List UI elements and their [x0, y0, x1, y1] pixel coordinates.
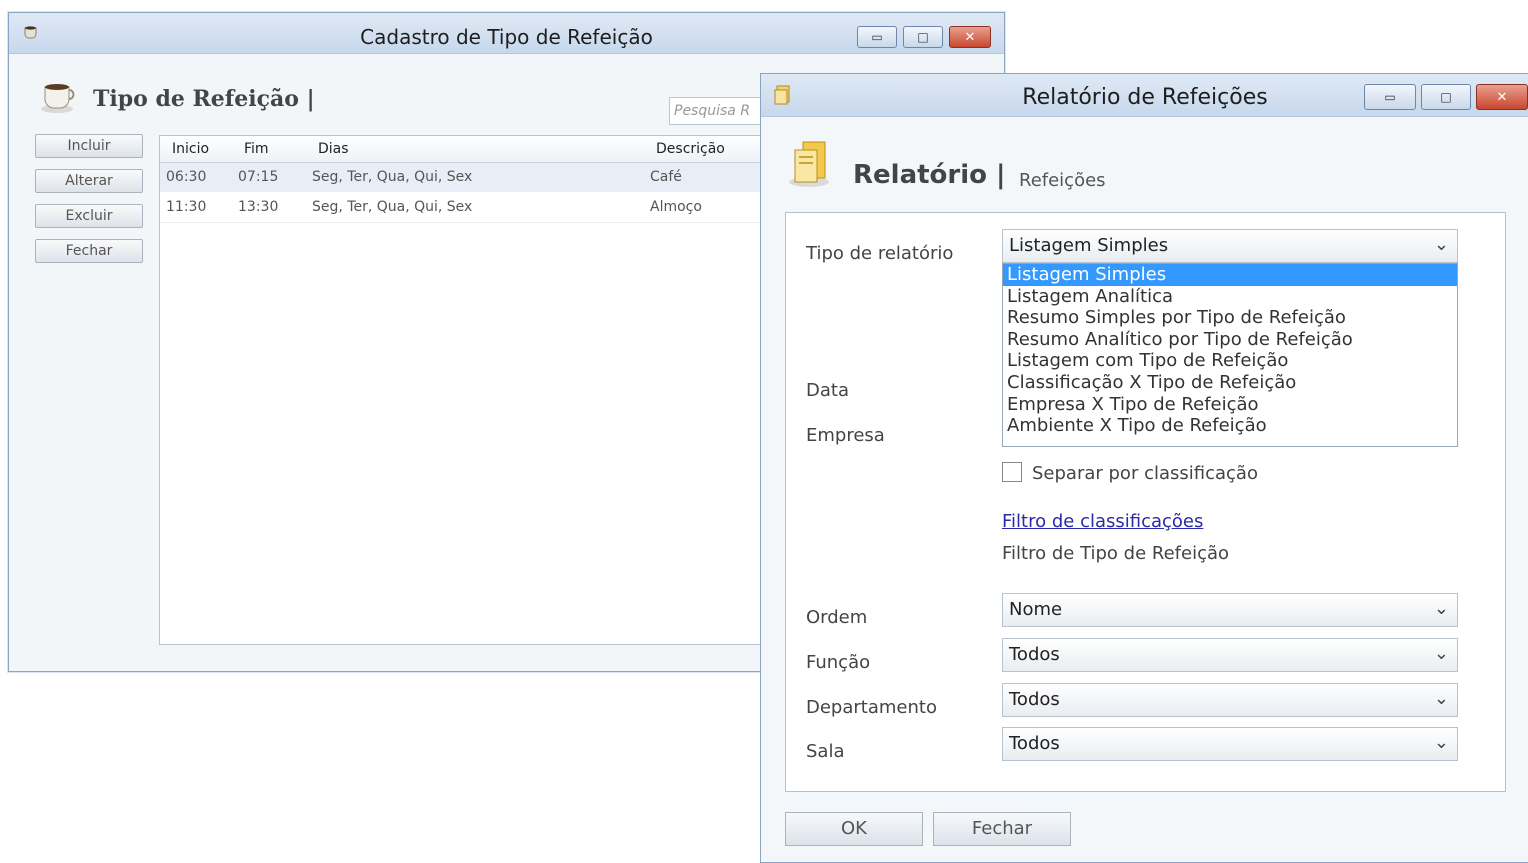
tipo-label: Tipo de relatório — [806, 243, 954, 264]
column-header-inicio[interactable]: Inicio — [172, 141, 209, 157]
cadastro-header: Tipo de Refeição | — [39, 79, 315, 119]
separar-classificacao-label: Separar por classificação — [1032, 463, 1258, 484]
departamento-value: Todos — [1009, 689, 1060, 710]
cell-descricao: Café — [650, 169, 682, 185]
dropdown-option[interactable]: Resumo Analítico por Tipo de Refeição — [1003, 329, 1457, 351]
ok-button[interactable]: OK — [785, 812, 923, 846]
cell-fim: 07:15 — [238, 169, 279, 185]
minimize-button[interactable]: ▭ — [1364, 84, 1416, 110]
sala-label: Sala — [806, 741, 845, 762]
tipo-relatorio-value: Listagem Simples — [1009, 235, 1169, 256]
alterar-button[interactable]: Alterar — [35, 169, 143, 193]
maximize-button[interactable]: □ — [1421, 84, 1471, 110]
maximize-icon: □ — [917, 30, 929, 44]
relatorio-titlebar[interactable]: Relatório de Refeições ▭ □ ✕ — [761, 74, 1528, 117]
separar-classificacao-checkbox[interactable] — [1002, 462, 1022, 482]
chevron-down-icon: ⌄ — [1433, 598, 1449, 619]
cell-descricao: Almoço — [650, 199, 702, 215]
dropdown-option[interactable]: Listagem Analítica — [1003, 286, 1457, 308]
column-header-dias[interactable]: Dias — [318, 141, 349, 157]
close-icon: ✕ — [964, 29, 976, 45]
ordem-select[interactable]: Nome ⌄ — [1002, 593, 1458, 627]
chevron-down-icon: ⌄ — [1433, 732, 1449, 753]
ordem-value: Nome — [1009, 599, 1063, 620]
dropdown-option[interactable]: Ambiente X Tipo de Refeição — [1003, 415, 1457, 437]
relatorio-page-subtitle: Refeições — [1019, 170, 1106, 191]
funcao-label: Função — [806, 652, 871, 673]
column-header-fim[interactable]: Fim — [244, 141, 269, 157]
departamento-select[interactable]: Todos ⌄ — [1002, 683, 1458, 717]
refeicao-table: Inicio Fim Dias Descrição 06:30 07:15 Se… — [159, 135, 779, 645]
dropdown-option[interactable]: Listagem com Tipo de Refeição — [1003, 350, 1457, 372]
report-document-icon — [787, 136, 835, 194]
funcao-select[interactable]: Todos ⌄ — [1002, 638, 1458, 672]
tipo-relatorio-select[interactable]: Listagem Simples ⌄ — [1002, 229, 1458, 263]
close-button[interactable]: ✕ — [949, 26, 991, 48]
fechar-button[interactable]: Fechar — [933, 812, 1071, 846]
ordem-label: Ordem — [806, 607, 868, 628]
table-row[interactable]: 11:30 13:30 Seg, Ter, Qua, Qui, Sex Almo… — [160, 193, 778, 223]
table-header: Inicio Fim Dias Descrição — [160, 136, 778, 163]
departamento-label: Departamento — [806, 697, 937, 718]
close-icon: ✕ — [1496, 89, 1508, 105]
funcao-value: Todos — [1009, 644, 1060, 665]
cell-inicio: 06:30 — [166, 169, 207, 185]
dropdown-option[interactable]: Classificação X Tipo de Refeição — [1003, 372, 1457, 394]
data-label: Data — [806, 380, 849, 401]
minimize-button[interactable]: ▭ — [857, 26, 897, 48]
empresa-label: Empresa — [806, 425, 885, 446]
cell-dias: Seg, Ter, Qua, Qui, Sex — [312, 199, 473, 215]
minimize-icon: ▭ — [1384, 90, 1396, 104]
minimize-icon: ▭ — [871, 30, 883, 44]
relatorio-page-title: Relatório | — [853, 160, 1006, 190]
maximize-button[interactable]: □ — [903, 26, 943, 48]
column-header-descricao[interactable]: Descrição — [656, 141, 725, 157]
coffee-cup-icon — [39, 79, 79, 119]
table-row[interactable]: 06:30 07:15 Seg, Ter, Qua, Qui, Sex Café — [160, 163, 778, 192]
cell-inicio: 11:30 — [166, 199, 207, 215]
fechar-side-button[interactable]: Fechar — [35, 239, 143, 263]
maximize-icon: □ — [1440, 90, 1452, 104]
report-options-panel: Tipo de relatório Listagem Simples ⌄ Lis… — [785, 212, 1506, 792]
cell-dias: Seg, Ter, Qua, Qui, Sex — [312, 169, 473, 185]
dropdown-option[interactable]: Resumo Simples por Tipo de Refeição — [1003, 307, 1457, 329]
chevron-down-icon: ⌄ — [1433, 688, 1449, 709]
cell-fim: 13:30 — [238, 199, 279, 215]
filtro-tipo-refeicao-text: Filtro de Tipo de Refeição — [1002, 543, 1230, 564]
close-button[interactable]: ✕ — [1476, 84, 1528, 110]
cadastro-page-title: Tipo de Refeição | — [93, 86, 315, 112]
cadastro-title: Cadastro de Tipo de Refeição — [360, 25, 653, 49]
excluir-button[interactable]: Excluir — [35, 204, 143, 228]
sala-value: Todos — [1009, 733, 1060, 754]
dropdown-option[interactable]: Empresa X Tipo de Refeição — [1003, 394, 1457, 416]
tipo-relatorio-dropdown: Listagem Simples Listagem Analítica Resu… — [1002, 263, 1458, 447]
relatorio-window: Relatório de Refeições ▭ □ ✕ Relatório |… — [760, 73, 1528, 863]
filtro-classificacoes-link[interactable]: Filtro de classificações — [1002, 511, 1203, 532]
incluir-button[interactable]: Incluir — [35, 134, 143, 158]
dropdown-option[interactable]: Listagem Simples — [1003, 264, 1457, 286]
chevron-down-icon: ⌄ — [1433, 643, 1449, 664]
cadastro-titlebar[interactable]: Cadastro de Tipo de Refeição ▭ □ ✕ — [9, 13, 1004, 54]
sala-select[interactable]: Todos ⌄ — [1002, 727, 1458, 761]
chevron-down-icon: ⌄ — [1433, 234, 1449, 255]
